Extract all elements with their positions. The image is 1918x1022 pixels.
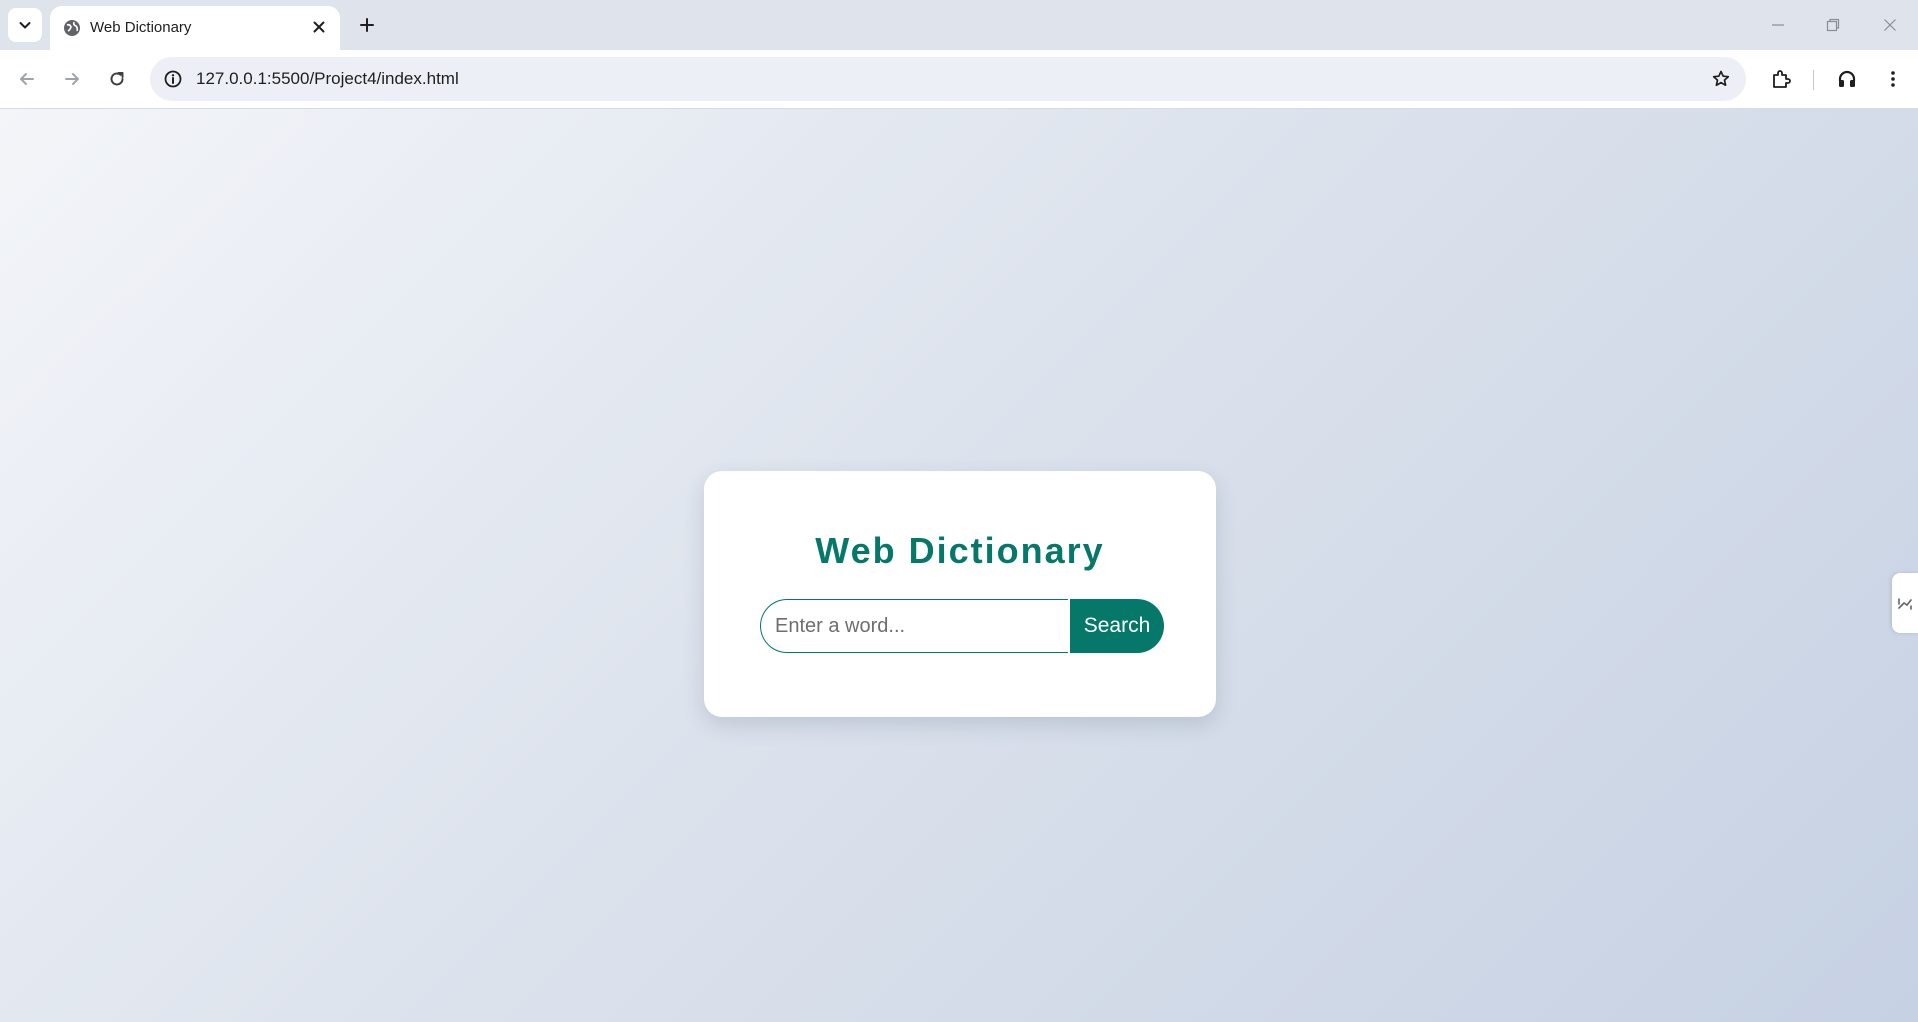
browser-toolbar: 127.0.0.1:5500/Project4/index.html <box>0 50 1918 109</box>
back-arrow-icon <box>20 73 34 85</box>
plus-icon <box>360 18 374 32</box>
star-icon <box>1712 70 1730 87</box>
reload-icon <box>110 72 124 86</box>
url-text: 127.0.0.1:5500/Project4/index.html <box>196 69 459 88</box>
headphones-icon <box>1838 70 1856 87</box>
sidebar-toggle-icon <box>1898 598 1912 610</box>
new-tab-button[interactable] <box>350 8 384 42</box>
menu-button[interactable] <box>1876 62 1910 96</box>
chevron-down-icon <box>19 22 31 29</box>
site-info-icon <box>164 70 182 88</box>
minimize-button[interactable] <box>1758 8 1798 42</box>
browser-window: Web Dictionary 127.0.0.1:5500/Project4/i… <box>0 0 1918 1022</box>
bookmark-button[interactable] <box>1706 64 1736 94</box>
word-search-input[interactable] <box>760 599 1068 653</box>
site-info-button[interactable] <box>158 64 188 94</box>
close-icon <box>1884 19 1896 31</box>
more-vert-icon <box>1891 71 1895 87</box>
tab-close-button[interactable] <box>308 16 330 38</box>
tab-search-button[interactable] <box>8 8 42 42</box>
tab-strip: Web Dictionary <box>0 0 1918 50</box>
profile-button[interactable] <box>1830 62 1864 96</box>
page-title: Web Dictionary <box>815 530 1105 571</box>
window-close-button[interactable] <box>1870 8 1910 42</box>
back-button[interactable] <box>10 62 44 96</box>
globe-icon <box>64 20 80 36</box>
search-form: Search <box>760 599 1164 653</box>
address-bar[interactable]: 127.0.0.1:5500/Project4/index.html <box>150 57 1746 101</box>
sidebar-toggle-tab[interactable] <box>1892 573 1918 633</box>
search-button[interactable]: Search <box>1070 599 1164 653</box>
extensions-icon <box>1773 70 1791 88</box>
dictionary-card: Web Dictionary Search <box>704 471 1216 717</box>
restore-button[interactable] <box>1813 8 1853 42</box>
reload-button[interactable] <box>100 62 134 96</box>
minimize-icon <box>1772 24 1784 26</box>
forward-arrow-icon <box>65 73 79 85</box>
forward-button[interactable] <box>55 62 89 96</box>
restore-icon <box>1826 18 1840 32</box>
extensions-button[interactable] <box>1764 62 1798 96</box>
active-tab[interactable]: Web Dictionary <box>50 6 340 50</box>
close-icon <box>313 21 325 33</box>
page-viewport: Web Dictionary Search <box>0 109 1918 1022</box>
toolbar-divider <box>1813 70 1814 90</box>
tab-title: Web Dictionary <box>90 19 192 36</box>
